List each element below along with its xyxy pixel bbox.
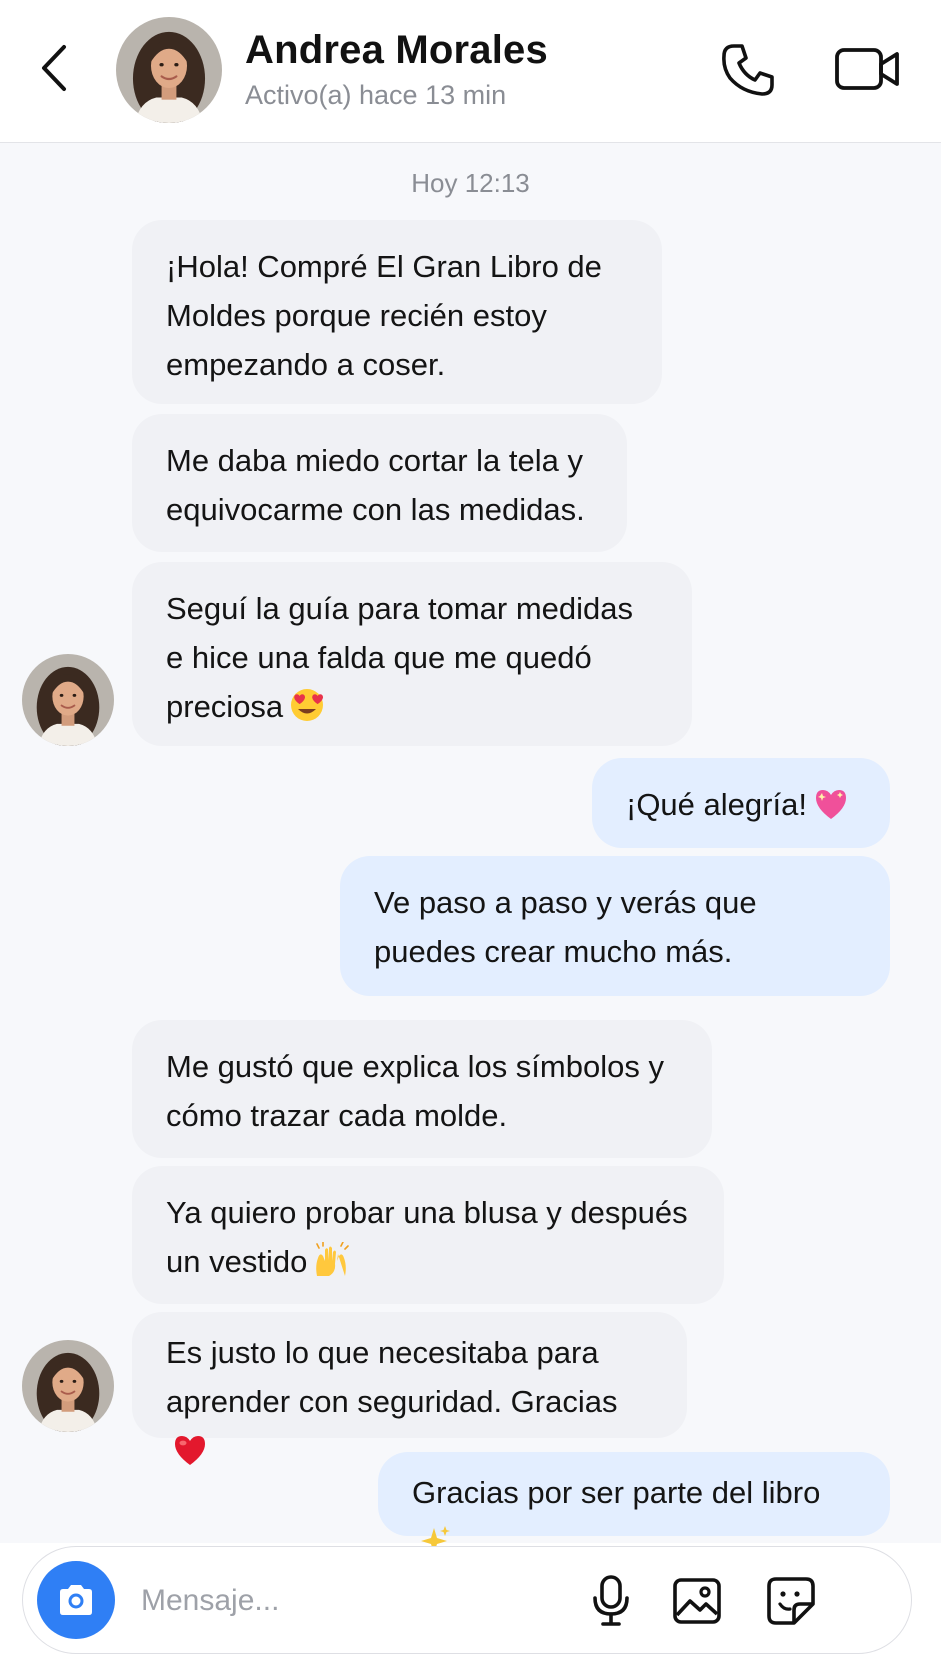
message-input[interactable]: [139, 1571, 623, 1631]
heart-eyes-emoji: [289, 687, 325, 737]
microphone-icon: [593, 1575, 629, 1626]
sparkling-heart-emoji: [813, 786, 849, 835]
message-text: Me gustó que explica los símbolos y cómo…: [166, 1049, 664, 1133]
outgoing-message[interactable]: ¡Qué alegría!: [592, 758, 890, 848]
incoming-message[interactable]: Seguí la guía para tomar medidas e hice …: [132, 562, 692, 746]
call-button[interactable]: [718, 40, 778, 100]
camera-icon: [60, 1585, 92, 1615]
message-text: Seguí la guía para tomar medidas e hice …: [166, 591, 633, 724]
contact-avatar-small[interactable]: [22, 654, 114, 746]
chat-timestamp: Hoy 12:13: [411, 168, 530, 198]
incoming-message[interactable]: Me gustó que explica los símbolos y cómo…: [132, 1020, 712, 1158]
incoming-message[interactable]: Me daba miedo cortar la tela y equivocar…: [132, 414, 627, 552]
red-heart-emoji: [172, 1432, 208, 1481]
sticker-button[interactable]: [763, 1573, 819, 1629]
back-chevron-icon: [42, 45, 66, 91]
contact-name[interactable]: Andrea Morales: [245, 28, 548, 73]
sticker-icon: [767, 1577, 815, 1625]
video-call-button[interactable]: [834, 40, 902, 100]
message-text: Ya quiero probar una blusa y después un …: [166, 1195, 688, 1279]
outgoing-message[interactable]: Ve paso a paso y verás que puedes crear …: [340, 856, 890, 996]
message-text: Gracias por ser parte del libro: [412, 1475, 821, 1510]
message-text: ¡Qué alegría!: [626, 787, 807, 822]
voice-message-button[interactable]: [583, 1573, 639, 1629]
image-icon: [673, 1578, 721, 1624]
back-button[interactable]: [30, 38, 78, 98]
incoming-message[interactable]: ¡Hola! Compré El Gran Libro de Moldes po…: [132, 220, 662, 404]
message-composer: [22, 1546, 912, 1654]
camera-button[interactable]: [37, 1561, 115, 1639]
chat-header: Andrea Morales Activo(a) hace 13 min: [0, 0, 941, 143]
contact-avatar[interactable]: [116, 17, 222, 123]
raising-hands-emoji: [313, 1241, 350, 1292]
gallery-button[interactable]: [669, 1573, 725, 1629]
incoming-message[interactable]: Es justo lo que necesitaba para aprender…: [132, 1312, 687, 1465]
message-text: Ve paso a paso y verás que puedes crear …: [374, 885, 757, 969]
video-camera-icon: [835, 48, 899, 90]
contact-avatar-small[interactable]: [22, 1340, 114, 1432]
outgoing-message[interactable]: Gracias por ser parte del libro: [378, 1452, 890, 1556]
incoming-message[interactable]: Ya quiero probar una blusa y después un …: [132, 1166, 724, 1304]
message-text: Me daba miedo cortar la tela y equivocar…: [166, 443, 585, 527]
phone-icon: [722, 44, 774, 96]
message-text: Es justo lo que necesitaba para aprender…: [166, 1335, 618, 1419]
contact-status: Activo(a) hace 13 min: [245, 80, 507, 110]
message-text: ¡Hola! Compré El Gran Libro de Moldes po…: [166, 249, 602, 382]
